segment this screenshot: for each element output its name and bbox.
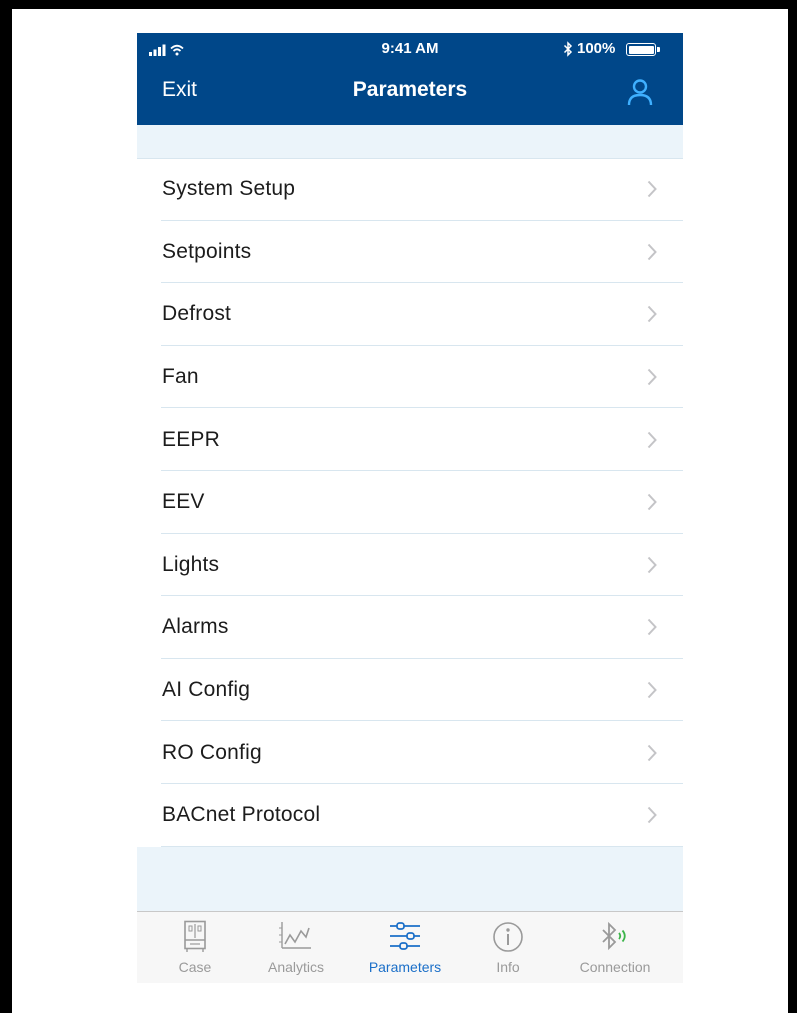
chevron-right-icon xyxy=(647,681,657,699)
menu-item-label: EEPR xyxy=(162,427,220,451)
tab-label: Info xyxy=(496,959,520,975)
chevron-right-icon xyxy=(647,431,657,448)
chevron-right-icon xyxy=(647,368,657,386)
tab-info[interactable]: Info xyxy=(473,912,543,983)
menu-item-label: Setpoints xyxy=(162,239,252,263)
battery-tip xyxy=(657,47,660,52)
menu-item-label: Defrost xyxy=(162,302,232,326)
battery-percentage: 100% xyxy=(577,40,616,57)
chevron-right-icon xyxy=(647,306,657,323)
chevron-right-icon xyxy=(647,556,657,574)
chevron-right-icon xyxy=(647,619,657,636)
user-icon[interactable] xyxy=(626,77,654,107)
chevron-right-icon xyxy=(647,243,657,261)
menu-item-ro-config[interactable]: RO Config xyxy=(137,721,683,784)
menu-item-bacnet-protocol[interactable]: BACnet Protocol xyxy=(137,784,683,847)
menu-item-label: Alarms xyxy=(162,615,229,639)
sliders-icon xyxy=(390,922,420,950)
menu-item-label: AI Config xyxy=(162,678,251,702)
tab-label: Analytics xyxy=(267,959,325,975)
menu-item-label: Lights xyxy=(162,552,220,576)
frame-border-right xyxy=(788,0,797,1013)
menu-item-setpoints[interactable]: Setpoints xyxy=(137,221,683,284)
info-icon xyxy=(493,922,523,952)
chevron-right-icon xyxy=(647,807,657,824)
tab-label: Connection xyxy=(579,959,651,975)
phone-screen: 9:41 AM 100% Exit Parameters System Setu… xyxy=(137,33,683,983)
menu-item-fan[interactable]: Fan xyxy=(137,346,683,409)
menu-item-defrost[interactable]: Defrost xyxy=(137,283,683,346)
menu-item-ai-config[interactable]: AI Config xyxy=(137,659,683,722)
menu-item-eepr[interactable]: EEPR xyxy=(137,408,683,471)
chevron-right-icon xyxy=(647,744,657,761)
menu-item-alarms[interactable]: Alarms xyxy=(137,596,683,659)
tab-connection[interactable]: Connection xyxy=(563,912,667,983)
tab-label: Case xyxy=(178,959,212,975)
parameters-menu: System Setup Setpoints Defrost Fan EEPR … xyxy=(137,158,683,847)
menu-item-label: BACnet Protocol xyxy=(162,803,321,827)
case-icon xyxy=(184,920,206,952)
bluetooth-connection-icon xyxy=(602,921,626,951)
navigation-bar: 9:41 AM 100% Exit Parameters xyxy=(137,33,683,125)
menu-item-lights[interactable]: Lights xyxy=(137,534,683,597)
menu-item-label: EEV xyxy=(162,490,205,514)
status-bar: 9:41 AM 100% xyxy=(137,33,683,65)
bluetooth-icon xyxy=(563,41,573,57)
page-title: Parameters xyxy=(352,78,468,101)
analytics-chart-icon xyxy=(279,922,311,949)
tab-label: Parameters xyxy=(368,959,442,975)
tab-analytics[interactable]: Analytics xyxy=(255,912,337,983)
battery-icon xyxy=(626,43,656,56)
menu-item-label: RO Config xyxy=(162,740,262,764)
menu-item-label: System Setup xyxy=(162,177,296,201)
frame-border-left xyxy=(0,0,12,1013)
tab-parameters[interactable]: Parameters xyxy=(357,912,453,983)
menu-item-label: Fan xyxy=(162,365,199,389)
chevron-right-icon xyxy=(647,494,657,511)
menu-item-system-setup[interactable]: System Setup xyxy=(137,158,683,221)
chevron-right-icon xyxy=(647,181,657,198)
tab-case[interactable]: Case xyxy=(155,912,235,983)
menu-item-eev[interactable]: EEV xyxy=(137,471,683,534)
list-top-divider xyxy=(137,158,683,159)
tab-bar: Case Analytics Parameters Info Connectio… xyxy=(137,911,683,983)
frame-border-top xyxy=(0,0,797,9)
